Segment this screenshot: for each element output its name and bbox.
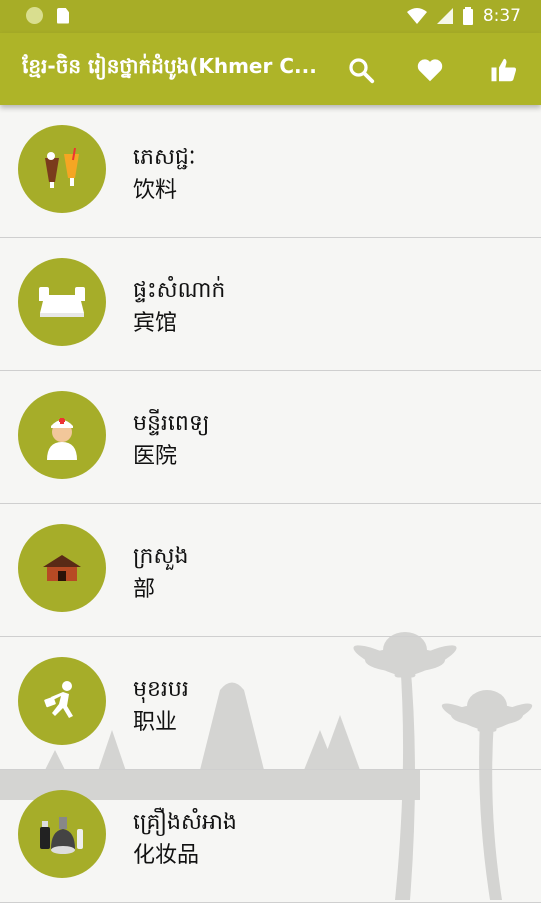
chinese-label: 部 (133, 577, 156, 602)
bed-icon (39, 287, 85, 317)
sim-card-icon (57, 7, 69, 24)
heart-icon[interactable] (415, 55, 445, 85)
wifi-icon (406, 8, 427, 24)
khmer-label: មន្ទីរពេទ្យ (133, 411, 210, 436)
app-title: ខ្មែរ-ចិន រៀនថ្នាក់ដំបូង(Khmer C... (22, 54, 317, 78)
category-icon-circle (18, 125, 106, 213)
running-worker-icon (44, 681, 73, 718)
category-icon-circle (18, 258, 106, 346)
cosmetics-icon (40, 817, 83, 854)
notification-dot-icon (26, 7, 43, 24)
khmer-label: ផ្ទះសំណាក់ (133, 278, 226, 303)
list-item-cosmetics[interactable]: គ្រឿងសំអាង 化妆品 (0, 770, 541, 903)
status-time: 8:37 (482, 6, 521, 26)
list-item-hospital[interactable]: មន្ទីរពេទ្យ 医院 (0, 371, 541, 504)
signal-icon (436, 8, 453, 24)
chinese-label: 饮料 (133, 178, 178, 203)
list-item-drinks[interactable]: ភេសជ្ជៈ 饮料 (0, 105, 541, 238)
search-icon[interactable] (346, 55, 376, 85)
chinese-label: 医院 (133, 444, 178, 469)
category-list: ភេសជ្ជៈ 饮料 ផ្ទះសំណាក់ 宾馆 មន្ទីរពេទ្យ 医院 … (0, 105, 541, 903)
khmer-label: ភេសជ្ជៈ (133, 145, 196, 170)
battery-icon (462, 7, 473, 25)
app-bar: ខ្មែរ-ចិន រៀនថ្នាក់ដំបូង(Khmer C... (0, 33, 541, 105)
khmer-label: មុខរបរ (133, 677, 189, 702)
nurse-icon (47, 418, 77, 460)
list-item-guesthouse[interactable]: ផ្ទះសំណាក់ 宾馆 (0, 238, 541, 371)
list-item-ministry[interactable]: ក្រសួង 部 (0, 504, 541, 637)
house-icon (43, 555, 81, 581)
chinese-label: 化妆品 (133, 843, 200, 868)
status-bar: 8:37 (0, 0, 541, 33)
khmer-label: ក្រសួង (133, 544, 189, 569)
category-icon-circle (18, 790, 106, 878)
drinks-icon (45, 147, 79, 188)
list-item-occupation[interactable]: មុខរបរ 职业 (0, 637, 541, 770)
category-icon-circle (18, 391, 106, 479)
khmer-label: គ្រឿងសំអាង (133, 810, 237, 835)
category-icon-circle (18, 657, 106, 745)
thumbs-up-icon[interactable] (489, 55, 519, 85)
chinese-label: 职业 (133, 710, 178, 735)
chinese-label: 宾馆 (133, 311, 178, 336)
category-icon-circle (18, 524, 106, 612)
